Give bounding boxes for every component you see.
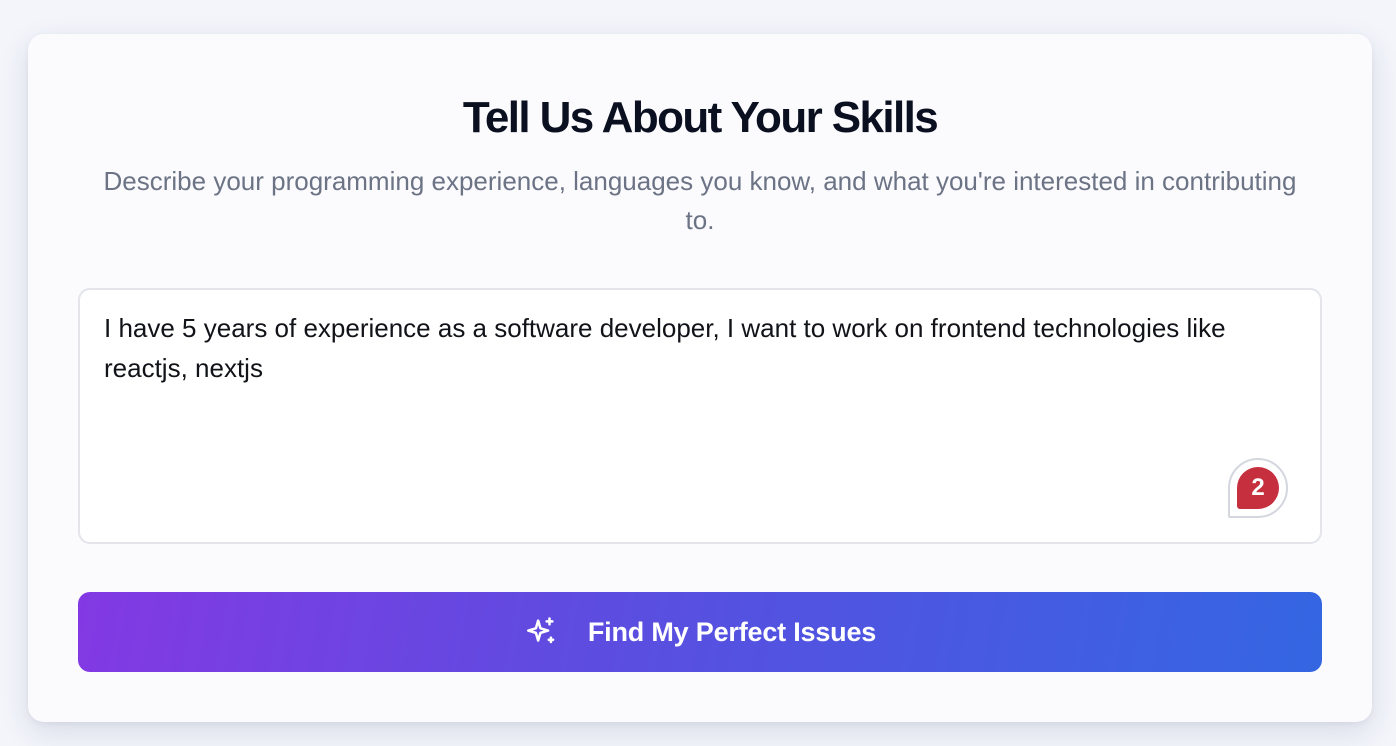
page-subtitle: Describe your programming experience, la… — [103, 166, 1297, 235]
find-issues-button-label: Find My Perfect Issues — [587, 616, 877, 647]
page-title: Tell Us About Your Skills — [462, 93, 939, 142]
skills-textarea[interactable]: I have 5 years of experience as a softwa… — [80, 290, 1320, 542]
extension-badge[interactable]: 2 — [1228, 458, 1288, 518]
skills-card: Tell Us About Your Skills Describe your … — [28, 34, 1372, 722]
find-issues-button[interactable]: Find My Perfect Issues — [78, 592, 1322, 672]
sparkles-icon — [526, 617, 555, 644]
skills-input-container: I have 5 years of experience as a softwa… — [78, 288, 1322, 544]
notification-count-badge: 2 — [1237, 467, 1279, 509]
